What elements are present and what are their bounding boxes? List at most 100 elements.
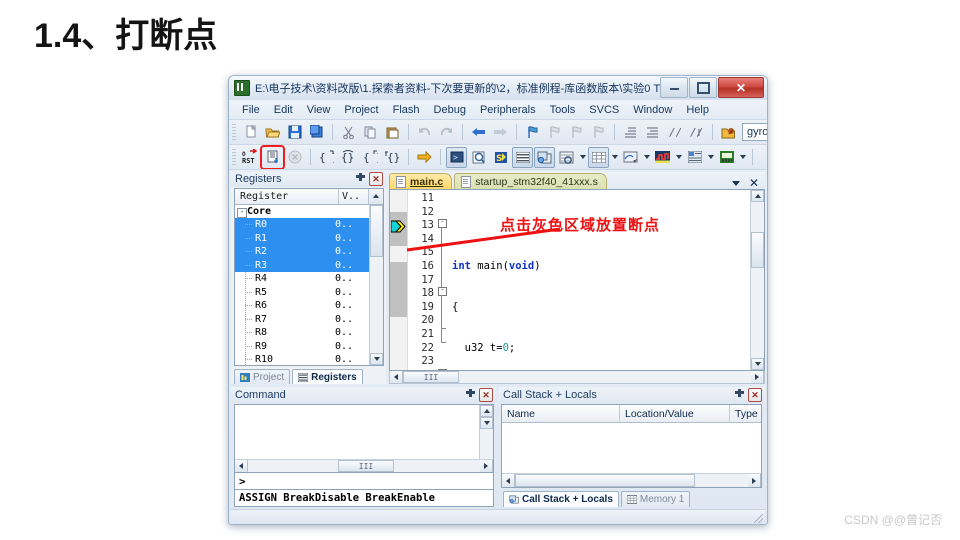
outdent-icon[interactable] — [642, 122, 663, 143]
serial-window-icon[interactable] — [620, 147, 641, 168]
call-stack-horizontal-scrollbar[interactable] — [502, 473, 761, 487]
close-icon[interactable]: ✕ — [749, 177, 759, 189]
analysis-dropdown-icon[interactable] — [674, 148, 683, 167]
disassembly-icon[interactable] — [468, 147, 489, 168]
memory-dropdown-icon[interactable] — [610, 148, 619, 167]
command-vertical-scrollbar[interactable] — [479, 405, 493, 459]
pin-icon[interactable] — [355, 173, 366, 185]
scrollbar-track[interactable] — [480, 429, 493, 459]
tab-memory-1[interactable]: Memory 1 — [620, 491, 691, 507]
cut-icon[interactable] — [338, 122, 359, 143]
table-row[interactable]: R9 0.. — [235, 340, 369, 354]
trace-icon[interactable] — [684, 147, 705, 168]
code-text[interactable]: int main(void) { u32 t=0; uart_init(1152… — [448, 190, 750, 370]
menu-peripherals[interactable]: Peripherals — [473, 102, 543, 118]
scroll-down-button[interactable] — [480, 417, 493, 429]
command-horizontal-scrollbar[interactable]: III — [235, 459, 493, 472]
tab-call-stack-locals[interactable]: Call Stack + Locals — [503, 491, 619, 507]
scrollbar-track[interactable]: III — [403, 371, 751, 383]
table-row[interactable]: R5 0.. — [235, 286, 369, 300]
close-icon[interactable]: ✕ — [479, 388, 493, 402]
watch-icon[interactable] — [556, 147, 577, 168]
menu-project[interactable]: Project — [337, 102, 385, 118]
new-file-icon[interactable] — [240, 122, 261, 143]
step-into-icon[interactable]: { } — [316, 147, 337, 168]
registers-icon[interactable] — [512, 146, 533, 168]
scroll-up-button[interactable] — [751, 190, 764, 202]
trace-dropdown-icon[interactable] — [706, 148, 715, 167]
chevron-down-icon[interactable] — [731, 180, 740, 186]
toolbar-grip[interactable] — [232, 123, 236, 141]
scroll-up-button[interactable] — [369, 188, 383, 204]
scroll-right-button[interactable] — [751, 371, 764, 383]
column-register[interactable]: Register — [235, 188, 339, 204]
memory-icon[interactable] — [588, 146, 609, 168]
registers-scrollbar[interactable] — [369, 204, 383, 365]
watch-dropdown-icon[interactable] — [578, 148, 587, 167]
table-row[interactable]: R4 0.. — [235, 272, 369, 286]
table-row[interactable]: R8 0.. — [235, 326, 369, 340]
close-icon[interactable]: ✕ — [369, 172, 383, 187]
scroll-down-button[interactable] — [751, 358, 764, 370]
step-out-icon[interactable]: { } — [360, 147, 381, 168]
column-value[interactable]: V.. — [339, 188, 369, 204]
menu-svcs[interactable]: SVCS — [582, 102, 626, 118]
scrollbar-thumb[interactable]: III — [403, 371, 459, 383]
scrollbar-track[interactable] — [751, 202, 764, 358]
menu-edit[interactable]: Edit — [267, 102, 300, 118]
system-viewer-dropdown-icon[interactable] — [738, 148, 747, 167]
code-folding-gutter[interactable]: - - - — [437, 190, 448, 370]
registers-list[interactable]: - Core R0 0.. R1 0.. R2 0.. R3 0.. R4 0.. R5 0… — [235, 205, 369, 365]
register-group-core[interactable]: - Core — [235, 205, 369, 219]
scrollbar-thumb[interactable]: III — [338, 460, 394, 472]
toolbar-grip[interactable] — [232, 148, 236, 166]
table-row[interactable]: R1 0.. — [235, 231, 369, 246]
scrollbar-thumb[interactable] — [515, 474, 695, 487]
target-select[interactable]: gyrox — [742, 123, 767, 141]
column-location-value[interactable]: Location/Value — [620, 405, 730, 422]
scroll-left-button[interactable] — [502, 474, 515, 487]
reset-icon[interactable]: O RST — [240, 147, 261, 168]
collapse-icon[interactable]: - — [237, 207, 247, 218]
run-to-cursor-icon[interactable]: {} — [382, 147, 403, 168]
code-editor[interactable]: 11 12 13 14 15 16 17 18 19 20 21 22 23 2… — [389, 189, 765, 371]
column-name[interactable]: Name — [502, 405, 620, 422]
call-stack-grid[interactable]: Name Location/Value Type — [501, 404, 762, 488]
call-stack-icon[interactable] — [534, 146, 555, 168]
table-row[interactable]: R6 0.. — [235, 299, 369, 313]
close-button[interactable]: ✕ — [718, 77, 764, 98]
scrollbar-thumb[interactable] — [370, 204, 383, 257]
menu-view[interactable]: View — [300, 102, 338, 118]
bookmark-toggle-icon[interactable] — [522, 122, 543, 143]
copy-icon[interactable] — [360, 122, 381, 143]
table-row[interactable]: R7 0.. — [235, 313, 369, 327]
tab-main-c[interactable]: main.c — [389, 173, 453, 189]
open-file-icon[interactable] — [262, 122, 283, 143]
command-window-icon[interactable]: > — [446, 146, 467, 168]
fold-toggle-icon[interactable]: - — [438, 287, 447, 296]
command-output[interactable]: III — [234, 404, 494, 473]
menu-window[interactable]: Window — [626, 102, 679, 118]
paste-icon[interactable] — [382, 122, 403, 143]
scrollbar-track[interactable]: III — [248, 460, 480, 472]
menu-help[interactable]: Help — [679, 102, 716, 118]
show-next-statement-icon[interactable] — [414, 147, 435, 168]
save-all-icon[interactable] — [306, 122, 327, 143]
indent-icon[interactable] — [620, 122, 641, 143]
tab-project[interactable]: Project — [234, 369, 291, 384]
navigate-back-icon[interactable] — [468, 122, 489, 143]
breakpoint-margin[interactable] — [390, 190, 408, 370]
scroll-left-button[interactable] — [390, 371, 403, 383]
uncomment-icon[interactable]: // — [686, 122, 707, 143]
target-options-icon[interactable] — [718, 122, 739, 143]
menu-debug[interactable]: Debug — [427, 102, 473, 118]
menu-file[interactable]: File — [235, 102, 267, 118]
step-over-icon[interactable]: {} — [338, 147, 359, 168]
insert-remove-breakpoint-icon[interactable] — [260, 145, 285, 169]
scroll-up-button[interactable] — [480, 405, 493, 417]
close-icon[interactable]: ✕ — [748, 388, 762, 402]
tab-registers[interactable]: Registers — [292, 369, 363, 384]
breakpoint-margin-block[interactable] — [390, 262, 407, 317]
editor-horizontal-scrollbar[interactable]: III — [389, 371, 765, 384]
scroll-right-button[interactable] — [748, 474, 761, 487]
